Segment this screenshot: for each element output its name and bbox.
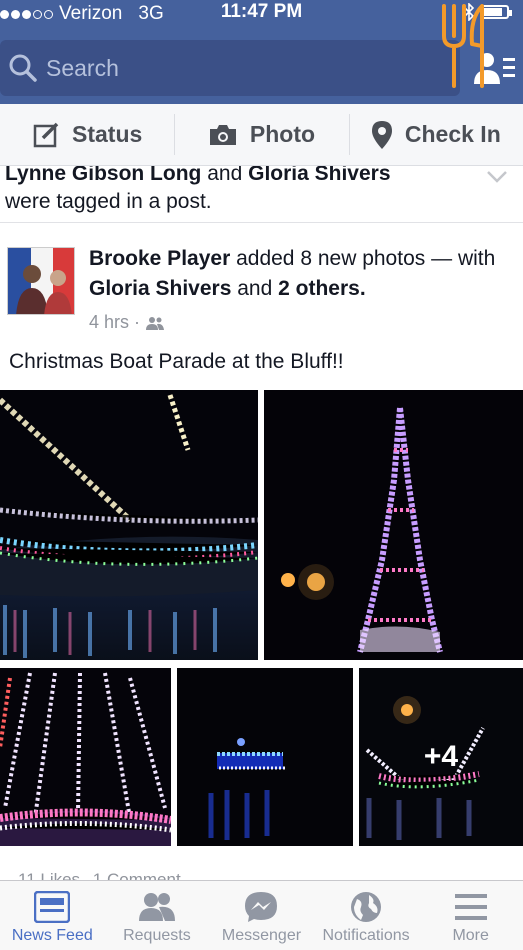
others-link[interactable]: 2 others. (278, 277, 366, 300)
and-text: and (237, 277, 273, 300)
check-in-button[interactable]: Check In (348, 104, 523, 165)
search-icon (9, 54, 37, 82)
tab-messenger-label: Messenger (221, 927, 302, 944)
with-text: with (457, 247, 496, 270)
tagged-person-2[interactable]: Gloria Shivers (248, 166, 390, 185)
previous-story-text: Lynne Gibson Long and Gloria Shivers wer… (5, 166, 475, 216)
post-text: Christmas Boat Parade at the Bluff!! (9, 350, 344, 373)
tab-news-feed-label: News Feed (11, 927, 93, 944)
pencil-icon (33, 122, 59, 147)
menu-icon (454, 894, 487, 920)
tagged-person-1[interactable]: Lynne Gibson Long (5, 166, 201, 185)
composer-bar: Status Photo Check In (0, 104, 523, 166)
photo-4[interactable] (177, 668, 353, 846)
tab-requests[interactable]: Requests (105, 881, 210, 950)
search-input[interactable]: Search (0, 40, 460, 96)
photo-button-label: Photo (249, 121, 316, 147)
top-nav-bar: Verizon 3G 11:47 PM Search (0, 0, 523, 104)
comments-count[interactable]: 1 Comment (93, 870, 181, 880)
likes-count[interactable]: 11 Likes (18, 870, 80, 880)
tagged-suffix: were tagged in a post. (5, 190, 212, 213)
news-feed-icon (34, 891, 71, 923)
tab-requests-label: Requests (123, 927, 191, 944)
status-button-label: Status (72, 121, 143, 147)
check-in-button-label: Check In (404, 121, 501, 147)
status-button[interactable]: Status (0, 104, 174, 165)
more-photos-count: +4 (423, 740, 459, 773)
avatar[interactable] (7, 247, 75, 315)
author-name[interactable]: Brooke Player (89, 247, 230, 270)
post-action: added 8 new photos — (236, 247, 453, 270)
conjunction-text: and (207, 166, 243, 185)
photo-3[interactable] (0, 668, 171, 846)
photo-5[interactable]: +4 (359, 668, 523, 846)
chevron-down-icon[interactable] (486, 170, 508, 184)
tab-notifications[interactable]: Notifications (314, 881, 419, 950)
photo-button[interactable]: Photo (174, 104, 348, 165)
photo-2[interactable] (264, 390, 523, 660)
fork-knife-watermark-icon (442, 4, 484, 88)
bottom-tab-bar: News Feed Requests Messenger Notificatio… (0, 880, 523, 950)
camera-icon (209, 124, 236, 145)
photo-1[interactable] (0, 390, 258, 660)
post-timestamp[interactable]: 4 hrs · (89, 312, 140, 333)
tab-messenger[interactable]: Messenger (209, 881, 314, 950)
search-placeholder: Search (46, 54, 119, 81)
tab-more-label: More (452, 927, 489, 944)
news-feed[interactable]: Lynne Gibson Long and Gloria Shivers wer… (0, 166, 523, 880)
post-meta: 4 hrs · (89, 312, 165, 333)
globe-icon (351, 892, 382, 922)
friends-audience-icon (146, 316, 165, 330)
messenger-icon (245, 892, 278, 922)
requests-icon (138, 893, 175, 921)
story-divider (0, 222, 523, 223)
location-pin-icon (371, 120, 392, 149)
tagged-friend[interactable]: Gloria Shivers (89, 277, 231, 300)
post-header: Brooke Player added 8 new photos — with … (89, 244, 509, 304)
likes-comments-summary[interactable]: 11 Likes 1 Comment (18, 870, 181, 880)
tab-news-feed[interactable]: News Feed (0, 881, 105, 950)
tab-more[interactable]: More (418, 881, 523, 950)
tab-notifications-label: Notifications (322, 927, 410, 944)
